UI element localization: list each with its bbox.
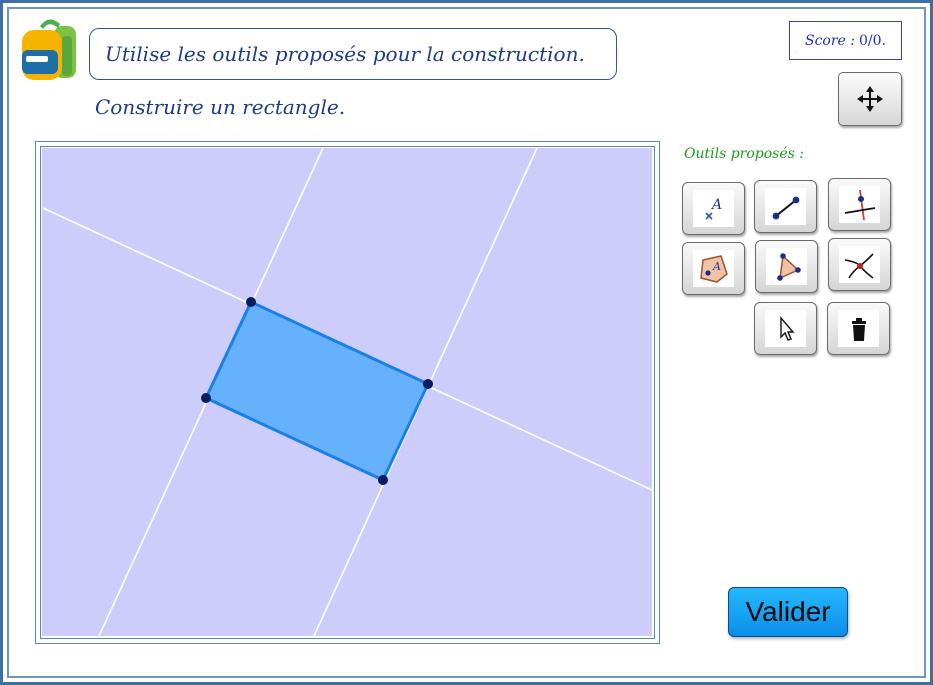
score-label: Score : [805,32,856,49]
delete-tool-button[interactable] [827,302,890,355]
polygon-tool-button[interactable] [755,240,818,293]
segment-tool-button[interactable] [754,180,817,233]
score-value: 0/0. [859,32,886,49]
point-tool-button[interactable]: A [682,182,745,235]
perpendicular-tool-button[interactable] [828,178,891,231]
vertex-point[interactable] [423,379,433,389]
move-button[interactable] [838,72,902,126]
pointer-tool-button[interactable] [754,302,817,355]
cursor-icon [779,315,795,341]
tools-label: Outils proposés : [684,146,805,162]
backpack-logo-icon [22,19,76,80]
intersection-tool-button[interactable] [828,238,891,291]
point-in-region-button[interactable]: A [682,242,745,295]
svg-text:A: A [712,260,721,273]
instruction-box: Utilise les outils proposés pour la cons… [89,28,617,80]
instruction-text: Utilise les outils proposés pour la cons… [105,42,585,66]
intersection-tool-icon [844,252,874,279]
move-arrows-icon [857,86,883,112]
geometry-canvas[interactable] [42,148,652,636]
geometry-canvas-frame [35,141,660,644]
score-box: Score : 0/0. [789,21,902,60]
task-title: Construire un rectangle. [95,95,346,119]
perpendicular-line-icon [844,189,875,220]
svg-text:A: A [710,197,722,213]
segment-tool-icon [772,196,799,219]
vertex-point[interactable] [201,393,211,403]
point-tool-icon: A [704,197,722,220]
polygon-tool-icon [776,252,801,281]
point-in-region-icon: A [699,254,728,283]
validate-button[interactable]: Valider [728,587,848,637]
vertex-point[interactable] [246,297,256,307]
vertex-point[interactable] [378,475,388,485]
trash-icon [851,317,866,341]
